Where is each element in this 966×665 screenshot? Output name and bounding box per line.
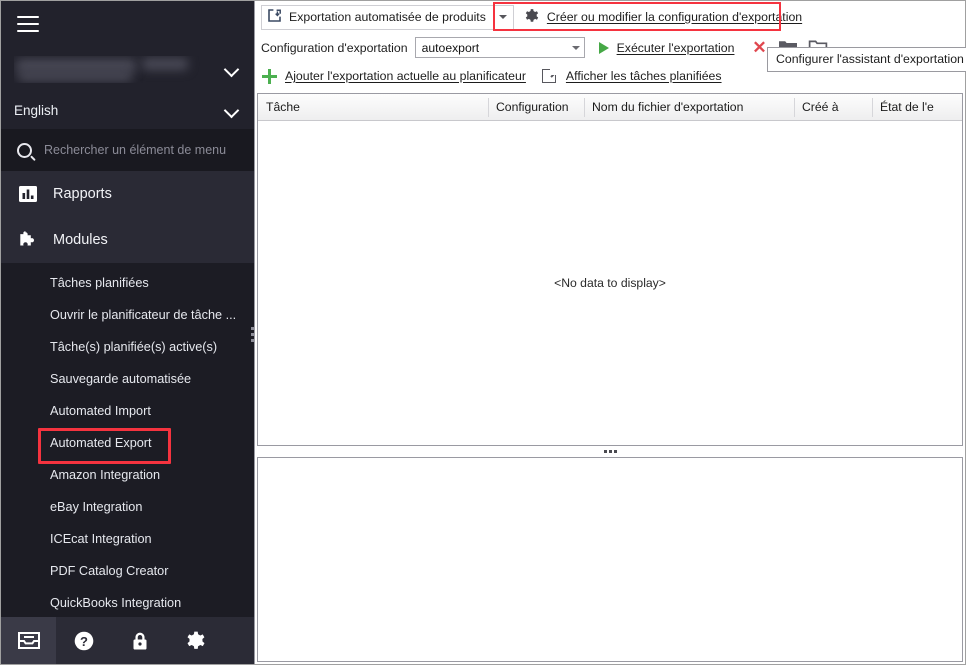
sidebar-item-automated-import[interactable]: Automated Import <box>1 395 254 427</box>
sidebar-item-label: Amazon Integration <box>50 468 161 482</box>
tooltip-text: Configurer l'assistant d'exportation <box>776 52 964 66</box>
application-window: English Rechercher un élément de menu Ra… <box>0 0 966 665</box>
sidebar-item-label: Automated Import <box>50 404 151 418</box>
sidebar-item-icecat-integration[interactable]: ICEcat Integration <box>1 523 254 555</box>
column-header-etat[interactable]: État de l'e <box>872 94 962 121</box>
sidebar-item-label: Ouvrir le planificateur de tâche ... <box>50 308 237 322</box>
language-selector[interactable]: English <box>1 91 254 129</box>
sidebar-item-sauvegarde-automatisee[interactable]: Sauvegarde automatisée <box>1 363 254 395</box>
horizontal-splitter-grip[interactable] <box>255 446 965 457</box>
svg-text:?: ? <box>80 634 88 649</box>
export-tasks-grid: Tâche Configuration Nom du fichier d'exp… <box>257 93 963 446</box>
add-export-to-scheduler-button[interactable]: Ajouter l'exportation actuelle au planif… <box>285 69 526 83</box>
export-config-value: autoexport <box>421 40 480 55</box>
language-label: English <box>14 102 59 118</box>
sidebar-submenu: Tâches planifiées Ouvrir le planificateu… <box>1 263 254 617</box>
gear-icon[interactable] <box>168 617 224 664</box>
sidebar-item-pdf-catalog-creator[interactable]: PDF Catalog Creator <box>1 555 254 587</box>
sidebar-item-taches-actives[interactable]: Tâche(s) planifiée(s) active(s) <box>1 331 254 363</box>
create-edit-export-config-label: Créer ou modifier la configuration d'exp… <box>546 10 803 24</box>
detail-pane <box>257 457 963 662</box>
sidebar-item-label: Automated Export <box>50 436 152 450</box>
tooltip: Configurer l'assistant d'exportation <box>767 47 966 72</box>
sidebar-item-label: Tâche(s) planifiée(s) active(s) <box>50 340 218 354</box>
grid-empty-body: <No data to display> <box>258 121 962 445</box>
tab-bar: Exportation automatisée de produits Crée… <box>255 1 965 33</box>
export-box-icon <box>267 8 282 26</box>
sidebar-item-label: Tâches planifiées <box>50 276 149 290</box>
sidebar-item-label: Sauvegarde automatisée <box>50 372 192 386</box>
sidebar-item-rapports[interactable]: Rapports <box>1 171 254 217</box>
run-export-button[interactable]: Exécuter l'exportation <box>617 41 735 55</box>
sidebar-header <box>1 1 254 47</box>
user-name-blurred <box>14 56 224 83</box>
sidebar-item-label: QuickBooks Integration <box>50 596 182 610</box>
sidebar-item-automated-export[interactable]: Automated Export <box>1 427 254 464</box>
create-edit-export-config-button[interactable]: Créer ou modifier la configuration d'exp… <box>518 5 808 30</box>
config-label: Configuration d'exportation <box>261 40 408 55</box>
lock-icon[interactable] <box>112 617 168 664</box>
user-account-row[interactable] <box>1 47 254 91</box>
chevron-down-icon[interactable] <box>224 61 240 77</box>
sidebar-item-label: PDF Catalog Creator <box>50 564 169 578</box>
sidebar-bottom-bar: ? <box>1 617 254 664</box>
play-triangle-icon[interactable] <box>598 41 609 54</box>
sidebar-item-taches-planifiees[interactable]: Tâches planifiées <box>1 267 254 299</box>
tab-exportation-automatisee[interactable]: Exportation automatisée de produits <box>261 4 514 30</box>
sidebar-item-label: ICEcat Integration <box>50 532 152 546</box>
column-header-nom-fichier[interactable]: Nom du fichier d'exportation <box>584 94 794 121</box>
sidebar: English Rechercher un élément de menu Ra… <box>1 1 254 664</box>
chevron-down-icon[interactable] <box>224 102 240 118</box>
view-scheduled-tasks-button[interactable]: Afficher les tâches planifiées <box>566 69 722 83</box>
grid-empty-message: <No data to display> <box>554 276 666 290</box>
search-placeholder: Rechercher un élément de menu <box>44 143 227 157</box>
caret-down-icon[interactable] <box>571 45 580 50</box>
sidebar-item-ouvrir-planificateur[interactable]: Ouvrir le planificateur de tâche ... <box>1 299 254 331</box>
sidebar-item-quickbooks-integration[interactable]: QuickBooks Integration <box>1 587 254 617</box>
gear-icon <box>524 8 540 27</box>
inbox-tray-icon[interactable] <box>1 617 56 664</box>
grid-header-row: Tâche Configuration Nom du fichier d'exp… <box>258 94 962 121</box>
hamburger-menu-icon[interactable] <box>17 16 39 32</box>
column-header-cree-a[interactable]: Créé à <box>794 94 872 121</box>
column-header-configuration[interactable]: Configuration <box>488 94 584 121</box>
tab-label: Exportation automatisée de produits <box>289 10 486 24</box>
vertical-splitter-grip[interactable] <box>249 319 255 349</box>
external-link-icon[interactable] <box>541 66 559 83</box>
plus-icon[interactable] <box>262 68 277 84</box>
column-header-tache[interactable]: Tâche <box>258 94 488 121</box>
sidebar-item-label: eBay Integration <box>50 500 143 514</box>
caret-down-icon[interactable] <box>498 15 507 19</box>
sidebar-item-amazon-integration[interactable]: Amazon Integration <box>1 459 254 491</box>
bar-chart-icon <box>17 183 39 205</box>
main-content: Exportation automatisée de produits Crée… <box>255 1 966 664</box>
sidebar-main-group: Rapports Modules <box>1 171 254 263</box>
help-question-icon[interactable]: ? <box>56 617 112 664</box>
sidebar-item-label: Rapports <box>53 186 112 202</box>
sidebar-item-label: Modules <box>53 232 108 248</box>
sidebar-item-ebay-integration[interactable]: eBay Integration <box>1 491 254 523</box>
sidebar-item-modules[interactable]: Modules <box>1 217 254 263</box>
search-input[interactable]: Rechercher un élément de menu <box>1 129 254 171</box>
export-config-select[interactable]: autoexport <box>414 37 585 58</box>
puzzle-piece-icon <box>17 229 39 251</box>
search-icon <box>13 139 36 161</box>
